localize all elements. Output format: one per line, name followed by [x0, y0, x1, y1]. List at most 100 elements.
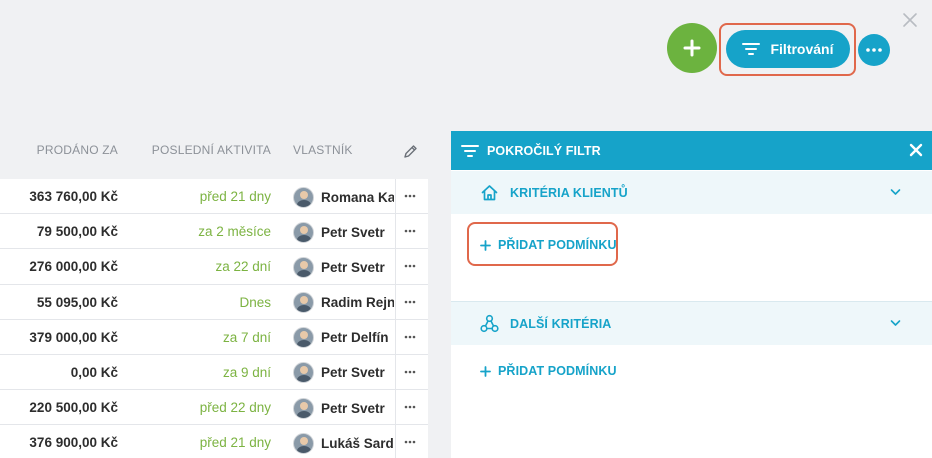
column-header-activity[interactable]: POSLEDNÍ AKTIVITA [152, 143, 271, 157]
owner-name: Petr Delfín [321, 330, 389, 346]
table-row[interactable]: 363 760,00 Kč před 21 dny Romana Ka [0, 179, 428, 215]
plus-icon [480, 365, 491, 377]
panel-title: POKROČILÝ FILTR [487, 143, 601, 158]
avatar [293, 292, 314, 314]
cell-sold: 0,00 Kč [70, 364, 118, 380]
filter-icon [742, 43, 761, 55]
cell-owner: Radim Rejn [293, 292, 394, 314]
section-header[interactable]: DALŠÍ KRITÉRIA [451, 302, 932, 345]
advanced-filter-panel: POKROČILÝ FILTR KRITÉRIA KLIENTŮ PŘIDAT … [451, 131, 932, 458]
filter-icon [461, 144, 479, 157]
table-row[interactable]: 276 000,00 Kč za 22 dní Petr Svetr [0, 249, 428, 285]
column-header-sold[interactable]: PRODÁNO ZA [37, 143, 118, 157]
divider [395, 284, 396, 319]
cell-sold: 363 760,00 Kč [29, 189, 118, 204]
filter-button-label: Filtrování [770, 41, 834, 57]
cell-sold: 220 500,00 Kč [29, 400, 118, 416]
add-button[interactable] [667, 23, 717, 73]
divider [395, 425, 396, 458]
cell-owner: Romana Ka [293, 186, 394, 208]
plus-icon [683, 39, 701, 57]
owner-name: Petr Svetr [321, 365, 385, 381]
add-condition-button[interactable]: PŘIDAT PODMÍNKU [480, 238, 617, 252]
table-row[interactable]: 79 500,00 Kč za 2 měsíce Petr Svetr [0, 214, 428, 250]
panel-header: POKROČILÝ FILTR [451, 131, 932, 170]
cell-activity: za 7 dní [222, 329, 271, 345]
divider [395, 179, 396, 214]
owner-name: Petr Svetr [321, 400, 385, 416]
divider [395, 354, 396, 390]
section-title: KRITÉRIA KLIENTŮ [510, 185, 628, 200]
chevron-down-icon[interactable] [890, 319, 901, 327]
section-other-criteria: DALŠÍ KRITÉRIA [451, 301, 932, 345]
nodes-icon [480, 314, 499, 333]
cell-owner: Petr Delfín [293, 327, 394, 349]
cell-sold: 379 000,00 Kč [29, 329, 118, 345]
cell-activity: za 2 měsíce [198, 224, 271, 240]
cell-activity: před 21 dny [199, 435, 271, 451]
chevron-down-icon[interactable] [890, 188, 901, 196]
cell-sold: 79 500,00 Kč [36, 224, 118, 240]
row-menu-dots-icon[interactable] [404, 194, 416, 198]
add-condition-button[interactable]: PŘIDAT PODMÍNKU [480, 364, 617, 378]
row-menu-dots-icon[interactable] [404, 440, 416, 444]
cell-sold: 55 095,00 Kč [36, 294, 118, 310]
row-menu-dots-icon[interactable] [404, 370, 416, 374]
avatar [293, 221, 314, 243]
row-menu-dots-icon[interactable] [404, 335, 416, 339]
cell-activity: Dnes [239, 294, 271, 310]
close-icon[interactable] [909, 143, 923, 157]
cell-sold: 376 900,00 Kč [29, 435, 118, 451]
avatar [293, 432, 314, 454]
cell-activity: před 21 dny [199, 189, 271, 204]
cell-owner: Petr Svetr [293, 256, 394, 278]
table-row[interactable]: 0,00 Kč za 9 dní Petr Svetr [0, 354, 428, 391]
row-menu-dots-icon[interactable] [404, 405, 416, 409]
close-icon [903, 13, 917, 27]
avatar [293, 362, 314, 384]
owner-name: Lukáš Sardi [321, 435, 394, 451]
cell-owner: Lukáš Sardi [293, 432, 394, 454]
table-row[interactable]: 55 095,00 Kč Dnes Radim Rejn [0, 284, 428, 320]
table-row[interactable]: 379 000,00 Kč za 7 dní Petr Delfín [0, 319, 428, 355]
section-title: DALŠÍ KRITÉRIA [510, 316, 612, 331]
filter-button[interactable]: Filtrování [726, 30, 850, 68]
divider [395, 390, 396, 425]
row-menu-dots-icon[interactable] [404, 264, 416, 268]
cell-activity: za 22 dní [215, 259, 271, 275]
cell-activity: za 9 dní [222, 364, 271, 380]
owner-name: Petr Svetr [321, 224, 385, 240]
owner-name: Romana Ka [321, 189, 394, 205]
close-button[interactable] [902, 12, 918, 28]
divider [395, 249, 396, 284]
owner-name: Radim Rejn [321, 295, 394, 311]
more-dots-icon [866, 48, 882, 52]
section-header[interactable]: KRITÉRIA KLIENTŮ [451, 171, 932, 214]
cell-activity: před 22 dny [199, 400, 271, 416]
add-condition-label: PŘIDAT PODMÍNKU [498, 364, 617, 378]
row-menu-dots-icon[interactable] [404, 229, 416, 233]
row-menu-dots-icon[interactable] [404, 300, 416, 304]
avatar [293, 397, 314, 419]
avatar [293, 327, 314, 349]
table-row[interactable]: 376 900,00 Kč před 21 dny Lukáš Sardi [0, 425, 428, 458]
cell-owner: Petr Svetr [293, 362, 394, 384]
home-icon [481, 185, 498, 201]
more-button[interactable] [858, 34, 890, 66]
avatar [293, 256, 314, 278]
table-header: PRODÁNO ZA POSLEDNÍ AKTIVITA VLASTNÍK [0, 130, 428, 170]
column-header-owner[interactable]: VLASTNÍK [293, 143, 353, 157]
cell-owner: Petr Svetr [293, 397, 394, 419]
owner-name: Petr Svetr [321, 259, 385, 275]
cell-sold: 276 000,00 Kč [29, 259, 118, 275]
add-condition-label: PŘIDAT PODMÍNKU [498, 238, 617, 252]
divider [395, 319, 396, 354]
divider [395, 214, 396, 249]
cell-owner: Petr Svetr [293, 221, 394, 243]
table-body: 363 760,00 Kč před 21 dny Romana Ka 79 5… [0, 179, 428, 458]
plus-icon [480, 239, 491, 251]
table-row[interactable]: 220 500,00 Kč před 22 dny Petr Svetr [0, 390, 428, 426]
pencil-icon[interactable] [403, 144, 418, 159]
section-client-criteria: KRITÉRIA KLIENTŮ [451, 171, 932, 214]
avatar [293, 186, 314, 208]
